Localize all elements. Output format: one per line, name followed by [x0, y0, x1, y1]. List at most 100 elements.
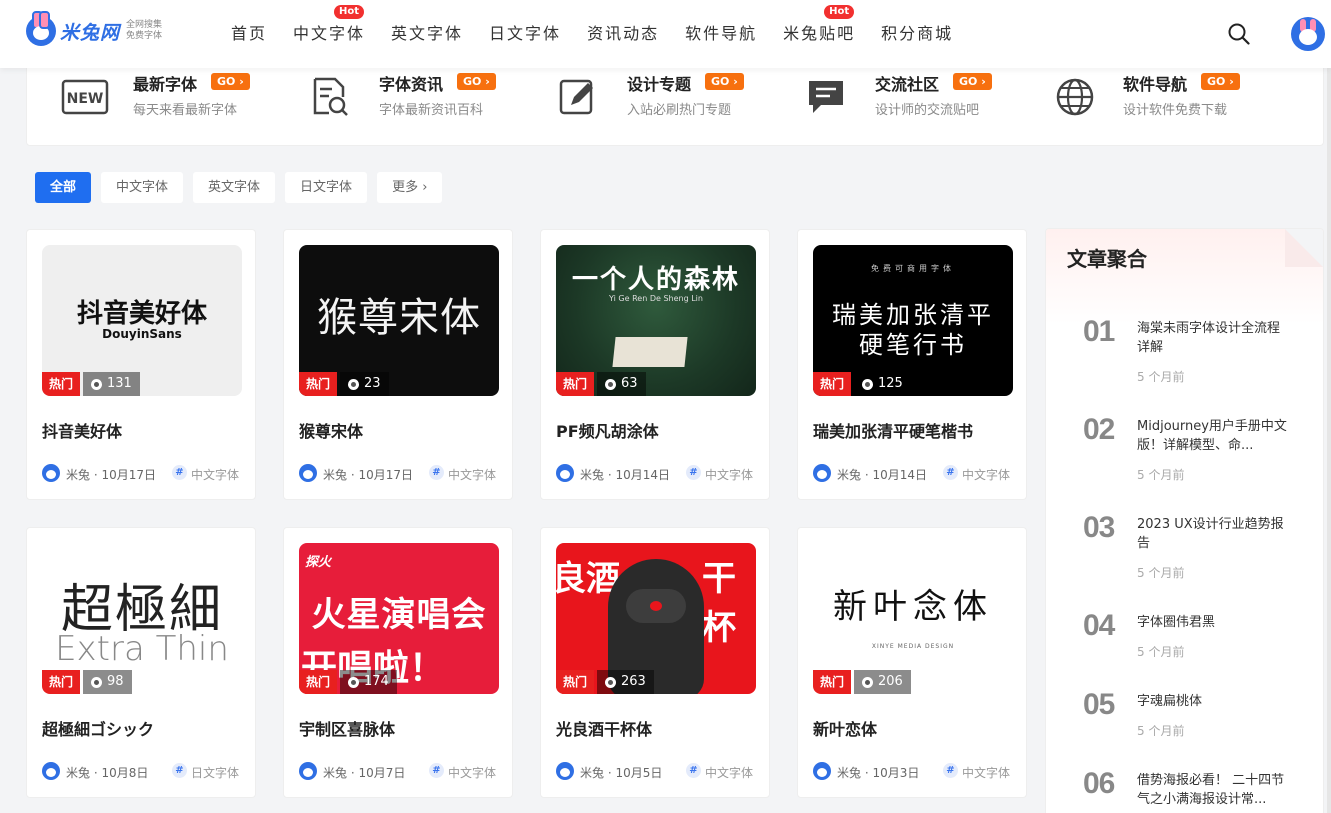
article-title[interactable]: Midjourney用户手册中文版！详解模型、命... [1137, 417, 1287, 455]
article-item[interactable]: 03 2023 UX设计行业趋势报告 5 个月前 [1066, 511, 1316, 591]
card-title[interactable]: 猴尊宋体 [299, 418, 363, 442]
card-title[interactable]: 新叶恋体 [813, 716, 877, 740]
go-badge: GO › [457, 73, 496, 90]
font-card[interactable]: 免费可商用字体 瑞美加张清平 硬笔行书 热门 125 瑞美加张清平硬笔楷书 米兔… [797, 229, 1027, 500]
author-avatar[interactable] [813, 464, 831, 482]
card-category[interactable]: 日文字体 [191, 764, 239, 781]
nav-item-software[interactable]: 软件导航 [672, 0, 770, 68]
search-icon[interactable] [1228, 23, 1250, 45]
page-scrollbar[interactable] [1327, 0, 1331, 813]
card-category[interactable]: 中文字体 [962, 466, 1010, 483]
font-card[interactable]: 一个人的森林 Yi Ge Ren De Sheng Lin 热门 63 PF频凡… [540, 229, 770, 500]
font-card[interactable]: 超極細 Extra Thin 热门 98 超極細ゴシック 米兔 · 10月8日 … [26, 527, 256, 798]
filter-chinese-fonts[interactable]: 中文字体 [101, 172, 184, 203]
view-count: 63 [597, 372, 646, 396]
article-title[interactable]: 字体圈伟君黑 [1137, 613, 1287, 632]
article-title[interactable]: 字魂扁桃体 [1137, 692, 1287, 711]
card-title[interactable]: 光良酒干杯体 [556, 716, 652, 740]
font-thumbnail[interactable]: 一个人的森林 Yi Ge Ren De Sheng Lin 热门 63 [556, 245, 756, 396]
nav-item-chinese-fonts[interactable]: 中文字体 Hot [280, 0, 378, 68]
author-avatar[interactable] [556, 762, 574, 780]
filter-more[interactable]: 更多 › [377, 172, 443, 203]
card-title[interactable]: 超極細ゴシック [42, 716, 154, 740]
card-meta: 米兔 · 10月7日 # 中文字体 [299, 761, 499, 781]
quick-link-software-nav[interactable]: 软件导航 GO › 设计软件免费下载 [1051, 71, 1281, 131]
author-avatar[interactable] [299, 464, 317, 482]
font-card[interactable]: 探火 火星演唱会 开唱啦！ 热门 174 宇制区喜脉体 米兔 · 10月7日 #… [283, 527, 513, 798]
font-thumbnail[interactable]: 免费可商用字体 瑞美加张清平 硬笔行书 热门 125 [813, 245, 1013, 396]
card-meta: 米兔 · 10月5日 # 中文字体 [556, 761, 756, 781]
quick-link-latest-fonts[interactable]: NEW 最新字体 GO › 每天来看最新字体 [61, 71, 291, 131]
eye-icon [348, 379, 359, 390]
card-category[interactable]: 中文字体 [191, 466, 239, 483]
nav-item-forum[interactable]: 米兔贴吧 Hot [770, 0, 868, 68]
article-title[interactable]: 海棠未雨字体设计全流程详解 [1137, 319, 1287, 357]
view-count: 23 [340, 372, 389, 396]
card-title[interactable]: 宇制区喜脉体 [299, 716, 395, 740]
filter-all[interactable]: 全部 [35, 172, 92, 203]
card-category[interactable]: 中文字体 [962, 764, 1010, 781]
quick-links-bar: NEW 最新字体 GO › 每天来看最新字体 字体资讯 GO › 字体最新资讯百… [26, 60, 1324, 146]
font-card[interactable]: 良酒 干杯 热门 263 光良酒干杯体 米兔 · 10月5日 # 中文字体 [540, 527, 770, 798]
font-thumbnail[interactable]: 良酒 干杯 热门 263 [556, 543, 756, 694]
article-item[interactable]: 06 借势海报必看！ 二十四节气之小满海报设计常... [1066, 767, 1316, 813]
article-title[interactable]: 2023 UX设计行业趋势报告 [1137, 515, 1287, 553]
card-category[interactable]: 中文字体 [448, 466, 496, 483]
font-thumbnail[interactable]: 猴尊宋体 热门 23 [299, 245, 499, 396]
hot-tag: 热门 [556, 372, 595, 396]
article-item[interactable]: 02 Midjourney用户手册中文版！详解模型、命... 5 个月前 [1066, 413, 1316, 493]
article-item[interactable]: 01 海棠未雨字体设计全流程详解 5 个月前 [1066, 315, 1316, 395]
eye-icon [348, 677, 359, 688]
article-rank: 03 [1083, 511, 1115, 544]
author-avatar[interactable] [813, 762, 831, 780]
font-card[interactable]: 新叶念体 XINYE MEDIA DESIGN 热门 206 新叶恋体 米兔 ·… [797, 527, 1027, 798]
quick-link-design-topics[interactable]: 设计专题 GO › 入站必刷热门专题 [555, 71, 785, 131]
bench-illustration [612, 337, 688, 367]
author-avatar[interactable] [299, 762, 317, 780]
card-category[interactable]: 中文字体 [705, 466, 753, 483]
svg-text:NEW: NEW [67, 91, 104, 107]
font-thumbnail[interactable]: 超極細 Extra Thin 热门 98 [42, 543, 242, 694]
card-title[interactable]: PF频凡胡涂体 [556, 418, 659, 442]
card-meta: 米兔 · 10月17日 # 中文字体 [42, 463, 242, 483]
card-meta: 米兔 · 10月8日 # 日文字体 [42, 761, 242, 781]
user-avatar[interactable] [1291, 17, 1325, 51]
hot-tag: 热门 [813, 670, 852, 694]
go-badge: GO › [705, 73, 744, 90]
nav-item-japanese-fonts[interactable]: 日文字体 [476, 0, 574, 68]
globe-icon [1056, 78, 1094, 116]
article-time: 5 个月前 [1137, 566, 1185, 580]
chat-icon [809, 81, 843, 113]
article-title[interactable]: 借势海报必看！ 二十四节气之小满海报设计常... [1137, 771, 1287, 809]
article-time: 5 个月前 [1137, 724, 1185, 738]
article-sidebar: 文章聚合 01 海棠未雨字体设计全流程详解 5 个月前 02 Midjourne… [1045, 228, 1324, 813]
view-count: 174 [340, 670, 397, 694]
card-category[interactable]: 中文字体 [448, 764, 496, 781]
card-title[interactable]: 抖音美好体 [42, 418, 122, 442]
eye-icon [91, 379, 102, 390]
filter-japanese-fonts[interactable]: 日文字体 [285, 172, 368, 203]
logo-subtitle: 全网搜集 免费字体 [126, 20, 163, 41]
font-thumbnail[interactable]: 抖音美好体 DouyinSans 热门 131 [42, 245, 242, 396]
font-card[interactable]: 猴尊宋体 热门 23 猴尊宋体 米兔 · 10月17日 # 中文字体 [283, 229, 513, 500]
site-logo[interactable]: 米兔网 全网搜集 免费字体 [26, 11, 163, 46]
card-category[interactable]: 中文字体 [705, 764, 753, 781]
nav-item-english-fonts[interactable]: 英文字体 [378, 0, 476, 68]
font-thumbnail[interactable]: 新叶念体 XINYE MEDIA DESIGN 热门 206 [813, 543, 1013, 694]
quick-link-community[interactable]: 交流社区 GO › 设计师的交流贴吧 [803, 71, 1033, 131]
card-title[interactable]: 瑞美加张清平硬笔楷书 [813, 418, 973, 442]
nav-item-home[interactable]: 首页 [218, 0, 280, 68]
article-item[interactable]: 04 字体圈伟君黑 5 个月前 [1066, 609, 1316, 689]
filter-english-fonts[interactable]: 英文字体 [193, 172, 276, 203]
nav-item-news[interactable]: 资讯动态 [574, 0, 672, 68]
author-avatar[interactable] [556, 464, 574, 482]
font-card[interactable]: 抖音美好体 DouyinSans 热门 131 抖音美好体 米兔 · 10月17… [26, 229, 256, 500]
quick-link-font-news[interactable]: 字体资讯 GO › 字体最新资讯百科 [307, 71, 537, 131]
article-item[interactable]: 05 字魂扁桃体 5 个月前 [1066, 688, 1316, 768]
font-thumbnail[interactable]: 探火 火星演唱会 开唱啦！ 热门 174 [299, 543, 499, 694]
main-nav: 首页 中文字体 Hot 英文字体 日文字体 资讯动态 软件导航 米兔贴吧 Hot 积… [218, 0, 966, 68]
author-avatar[interactable] [42, 464, 60, 482]
card-meta: 米兔 · 10月3日 # 中文字体 [813, 761, 1013, 781]
author-avatar[interactable] [42, 762, 60, 780]
nav-item-points-mall[interactable]: 积分商城 [868, 0, 966, 68]
